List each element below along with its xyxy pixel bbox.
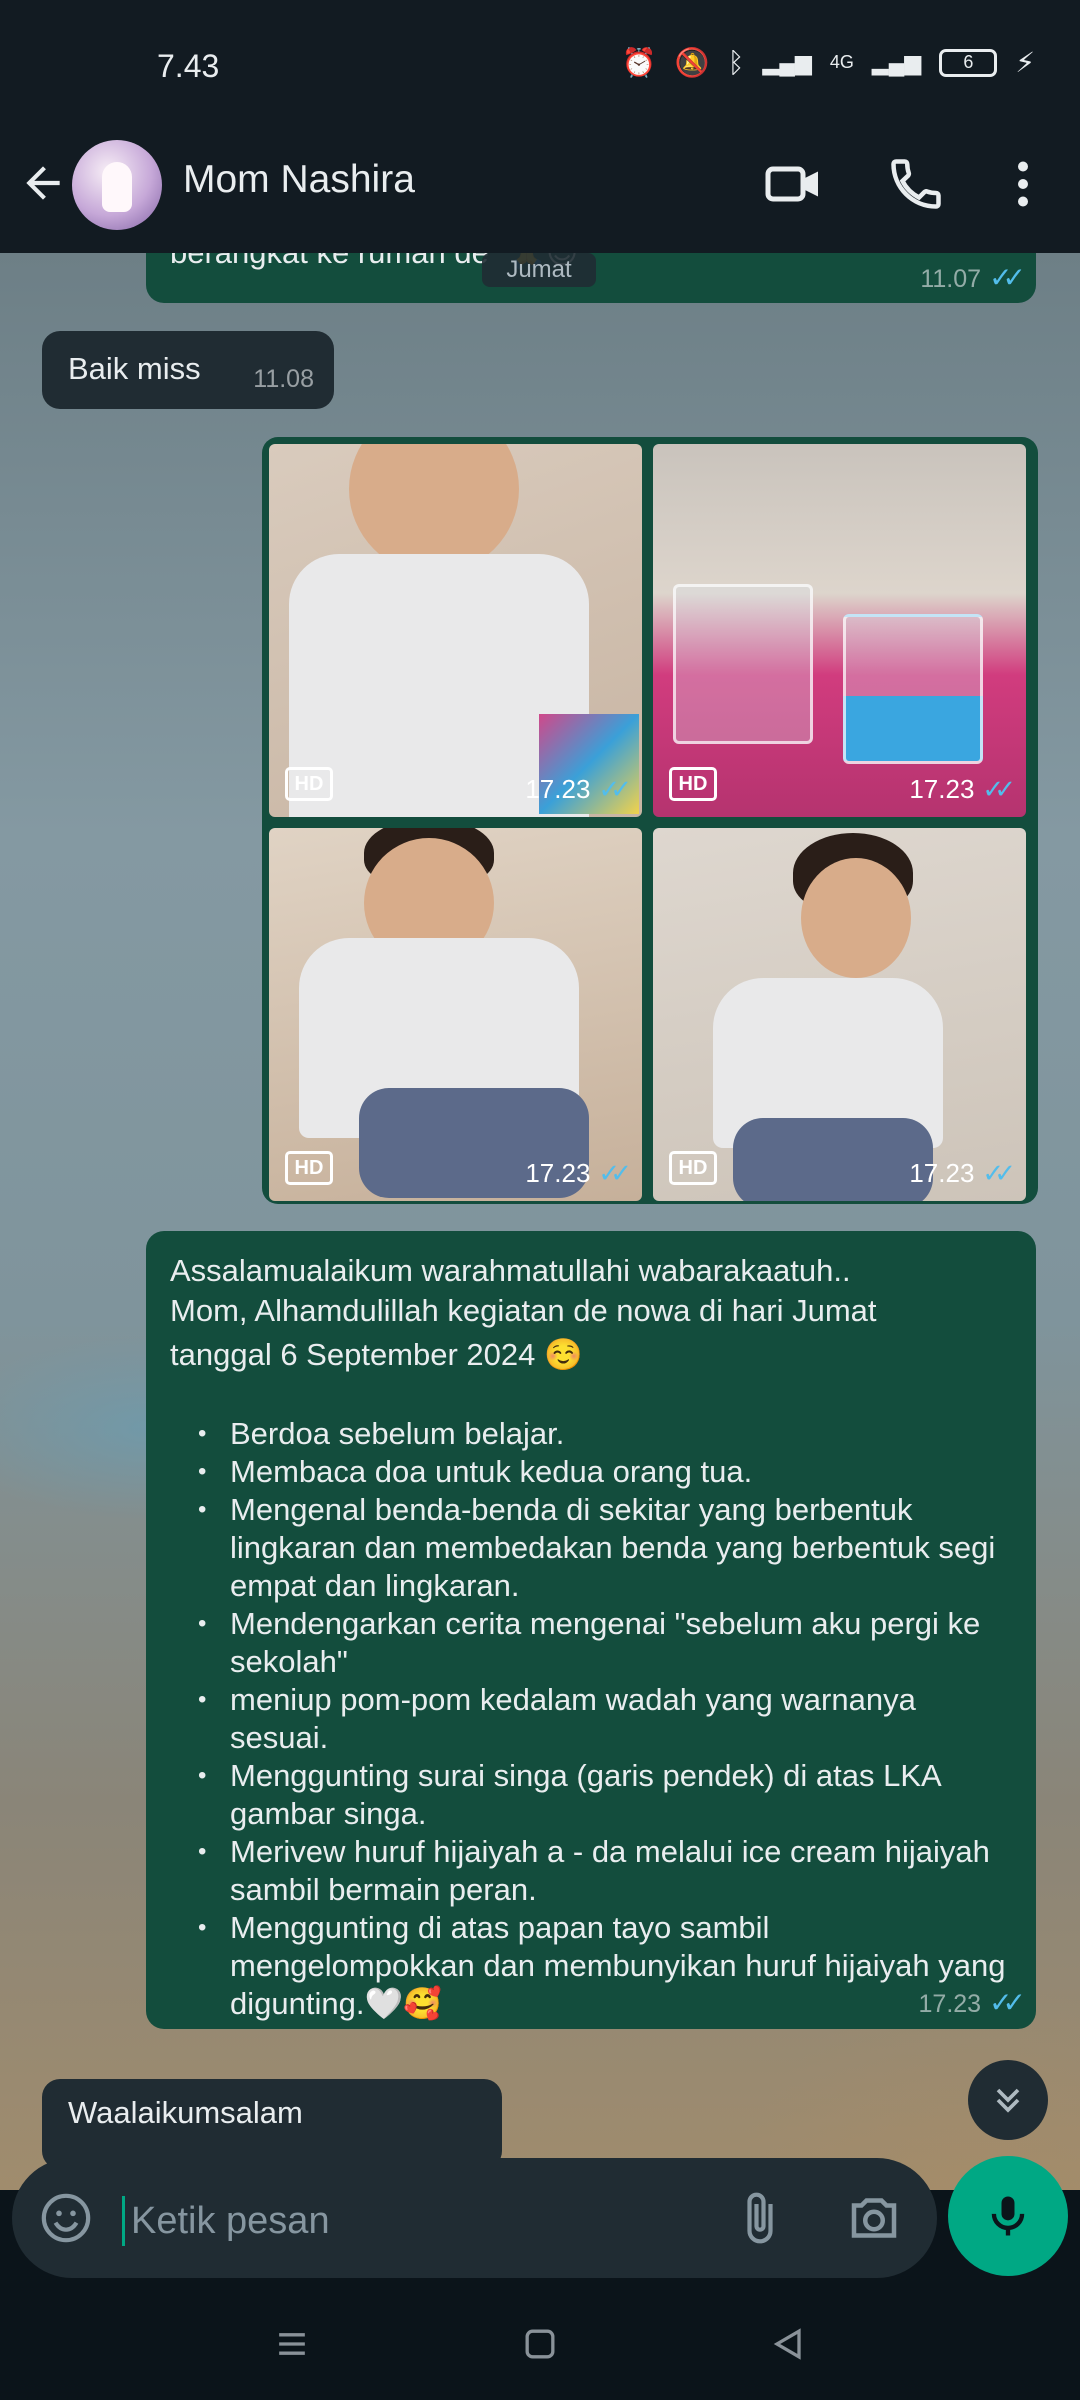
- attach-icon[interactable]: [732, 2188, 788, 2248]
- message-incoming[interactable]: Baik miss 11.08: [42, 331, 334, 409]
- message-outgoing[interactable]: Assalamualaikum warahmatullahi wabarakaa…: [146, 1231, 1036, 2029]
- message-intro-line: Mom, Alhamdulillah kegiatan de nowa di h…: [170, 1293, 877, 1328]
- photo-time: 17.23: [525, 1158, 591, 1188]
- message-time: 11.07: [920, 265, 982, 293]
- photo-time: 17.23: [909, 774, 975, 804]
- alarm-icon: ⏰: [621, 47, 657, 78]
- photo-album[interactable]: HD 17.23 ✓✓ HD 17.23 ✓✓ HD 17.23 ✓✓ HD 17.2…: [262, 437, 1038, 1204]
- list-item: Mendengarkan cerita mengenai "sebelum ak…: [170, 1605, 1012, 1681]
- recents-icon[interactable]: [270, 2322, 314, 2366]
- back-arrow-icon[interactable]: [18, 158, 68, 208]
- message-input-container[interactable]: Ketik pesan: [12, 2158, 937, 2278]
- list-item: Merivew huruf hijaiyah a - da melalui ic…: [170, 1833, 1012, 1909]
- read-ticks-icon: ✓✓: [989, 262, 1026, 293]
- list-item: Mengenal benda-benda di sekitar yang ber…: [170, 1491, 1012, 1605]
- more-options-icon[interactable]: [993, 154, 1053, 214]
- phone-call-icon[interactable]: [886, 154, 946, 214]
- message-intro-line: Assalamualaikum warahmatullahi wabarakaa…: [170, 1253, 851, 1288]
- list-item: Berdoa sebelum belajar.: [170, 1415, 1012, 1453]
- mute-icon: 🔕: [674, 47, 710, 78]
- message-text: Baik miss: [68, 351, 201, 386]
- read-ticks-icon: ✓✓: [989, 1987, 1026, 2018]
- charging-icon: ⚡: [1015, 47, 1035, 78]
- status-icons: ⏰ 🔕 ᛒ ▂▄▆ 4G ▂▄▆ 6 ⚡: [622, 46, 1035, 79]
- network-label: 4G: [829, 52, 854, 72]
- photo-thumbnail[interactable]: HD 17.23 ✓✓: [653, 828, 1026, 1201]
- activity-list: Berdoa sebelum belajar. Membaca doa untu…: [170, 1415, 1012, 2023]
- list-item: Menggunting di atas papan tayo sambil me…: [170, 1909, 1012, 2023]
- message-text: berangkat ke rumah de: [170, 253, 489, 270]
- microphone-icon: [991, 2196, 1025, 2236]
- message-intro-line: tanggal 6 September 2024 ☺️: [170, 1337, 583, 1372]
- video-call-icon[interactable]: [763, 154, 823, 214]
- photo-time: 17.23: [909, 1158, 975, 1188]
- hd-badge: HD: [285, 1151, 333, 1185]
- scroll-to-bottom-button[interactable]: [968, 2060, 1048, 2140]
- voice-message-button[interactable]: [948, 2156, 1068, 2276]
- photo-thumbnail[interactable]: HD 17.23 ✓✓: [269, 828, 642, 1201]
- avatar[interactable]: [72, 140, 162, 230]
- signal2-icon: ▂▄▆: [871, 49, 922, 75]
- photo-thumbnail[interactable]: HD 17.23 ✓✓: [269, 444, 642, 817]
- battery-level: 6: [963, 52, 974, 72]
- photo-thumbnail[interactable]: HD 17.23 ✓✓: [653, 444, 1026, 817]
- read-ticks-icon: ✓✓: [982, 774, 1015, 804]
- hd-badge: HD: [285, 767, 333, 801]
- list-item: meniup pom-pom kedalam wadah yang warnan…: [170, 1681, 1012, 1757]
- home-icon[interactable]: [518, 2322, 562, 2366]
- date-chip: Jumat: [482, 253, 596, 287]
- back-nav-icon[interactable]: [766, 2322, 810, 2366]
- chat-area[interactable]: berangkat ke rumah de 🙏😊 11.07✓✓ Jumat B…: [0, 253, 1080, 2190]
- message-time: 11.08: [253, 365, 314, 393]
- hd-badge: HD: [669, 767, 717, 801]
- hd-badge: HD: [669, 1151, 717, 1185]
- read-ticks-icon: ✓✓: [598, 1158, 631, 1188]
- system-nav-bar: [0, 2290, 1080, 2400]
- list-item: Membaca doa untuk kedua orang tua.: [170, 1453, 1012, 1491]
- signal-icon: ▂▄▆: [762, 49, 812, 75]
- input-bar: Ketik pesan: [0, 2150, 1080, 2290]
- status-bar: 7.43 ⏰ 🔕 ᛒ ▂▄▆ 4G ▂▄▆ 6 ⚡: [0, 0, 1080, 140]
- message-input[interactable]: Ketik pesan: [122, 2196, 330, 2246]
- contact-name[interactable]: Mom Nashira: [183, 158, 415, 202]
- list-item: Menggunting surai singa (garis pendek) d…: [170, 1757, 1012, 1833]
- read-ticks-icon: ✓✓: [982, 1158, 1015, 1188]
- camera-icon[interactable]: [844, 2188, 904, 2248]
- bluetooth-icon: ᛒ: [727, 46, 745, 78]
- read-ticks-icon: ✓✓: [598, 774, 631, 804]
- emoji-icon[interactable]: [38, 2190, 94, 2246]
- battery-icon: 6: [939, 48, 998, 77]
- photo-time: 17.23: [525, 774, 591, 804]
- chat-header: Mom Nashira: [0, 140, 1080, 253]
- message-time: 17.23: [918, 1990, 982, 2018]
- status-time: 7.43: [157, 48, 220, 84]
- message-text: Waalaikumsalam: [68, 2095, 303, 2130]
- double-chevron-down-icon: [996, 2088, 1020, 2113]
